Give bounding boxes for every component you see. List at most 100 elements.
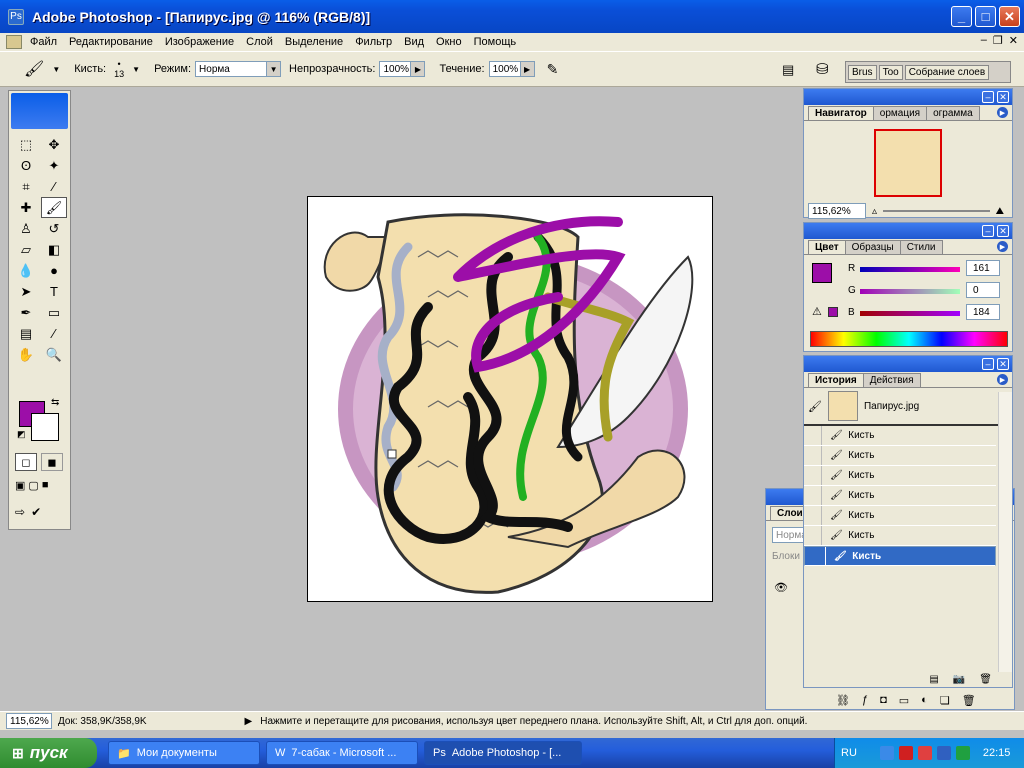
zoom-out-icon[interactable]: ▵: [872, 206, 877, 217]
color-menu-icon[interactable]: ▶: [997, 241, 1008, 252]
clone-stamp-tool-icon[interactable]: ♙: [13, 218, 39, 239]
doc-restore-icon[interactable]: ❐: [993, 34, 1003, 47]
tab-histogram[interactable]: ограмма: [926, 106, 980, 120]
taskbar-button-my-documents[interactable]: 📁 Мои документы: [108, 741, 260, 765]
snapshot-brush-source-icon[interactable]: 🖌: [808, 400, 822, 413]
quick-mask-mode-icon[interactable]: ◼: [41, 453, 63, 471]
default-colors-icon[interactable]: ◩: [17, 429, 26, 440]
pen-tool-icon[interactable]: ✒: [13, 302, 39, 323]
airbrush-icon[interactable]: ✎: [547, 61, 559, 78]
gradient-tool-icon[interactable]: ◧: [41, 239, 67, 260]
lasso-tool-icon[interactable]: ʘ: [13, 155, 39, 176]
language-indicator[interactable]: RU: [841, 747, 857, 759]
full-screen-menu-mode-icon[interactable]: ▢: [28, 479, 38, 492]
navigator-zoom-input[interactable]: 115,62%: [808, 203, 866, 219]
brush-preset-picker[interactable]: • 13: [114, 59, 124, 79]
toolbox-header-feather-icon[interactable]: [11, 93, 68, 129]
navigator-zoom-slider[interactable]: [883, 210, 990, 212]
history-step[interactable]: 🖌 Кисть: [804, 526, 996, 546]
maximize-button[interactable]: □: [975, 6, 996, 27]
tab-color[interactable]: Цвет: [808, 240, 846, 254]
history-step[interactable]: 🖌 Кисть: [804, 426, 996, 446]
delete-state-icon[interactable]: 🗑: [979, 674, 992, 685]
r-slider[interactable]: [860, 267, 960, 272]
document-icon[interactable]: [6, 35, 22, 49]
tab-swatches[interactable]: Образцы: [844, 240, 901, 254]
layer-blend-mode-select[interactable]: Норма: [772, 527, 807, 543]
close-button[interactable]: ✕: [999, 6, 1020, 27]
standard-screen-mode-icon[interactable]: ▣: [15, 479, 25, 492]
r-value-input[interactable]: 161: [966, 260, 1000, 276]
g-slider[interactable]: [860, 289, 960, 294]
notes-tool-icon[interactable]: ▤: [13, 323, 39, 344]
magic-wand-tool-icon[interactable]: ✦: [41, 155, 67, 176]
history-step[interactable]: 🖌 Кисть: [804, 466, 996, 486]
minimize-button[interactable]: _: [951, 6, 972, 27]
navigator-thumbnail[interactable]: [874, 129, 942, 197]
start-button[interactable]: ⊞ пуск: [0, 738, 97, 768]
tray-arrow-icon[interactable]: [879, 746, 894, 760]
navigator-menu-icon[interactable]: ▶: [997, 107, 1008, 118]
history-menu-icon[interactable]: ▶: [997, 374, 1008, 385]
menu-layer[interactable]: Слой: [240, 36, 279, 48]
brush-picker-chevron-icon[interactable]: ▼: [132, 65, 140, 74]
add-layer-style-icon[interactable]: ƒ: [862, 694, 868, 706]
menu-help[interactable]: Помощь: [468, 36, 523, 48]
tab-actions[interactable]: Действия: [862, 373, 921, 387]
color-minimize-icon[interactable]: –: [982, 225, 994, 237]
menu-select[interactable]: Выделение: [279, 36, 349, 48]
tab-history[interactable]: История: [808, 373, 864, 387]
g-value-input[interactable]: 0: [966, 282, 1000, 298]
new-group-icon[interactable]: ▭: [899, 694, 909, 707]
hand-tool-icon[interactable]: ✋: [13, 344, 39, 365]
layer-visibility-eye-icon[interactable]: 👁: [774, 581, 788, 594]
eyedropper-tool-icon[interactable]: ⁄: [41, 323, 67, 344]
tab-styles[interactable]: Стили: [899, 240, 943, 254]
full-screen-mode-icon[interactable]: ■: [42, 479, 49, 492]
taskbar-button-word[interactable]: W 7-сабак - Microsoft ...: [266, 741, 418, 765]
swap-colors-icon[interactable]: ⇆: [51, 397, 59, 408]
antivirus-shield-icon[interactable]: [917, 746, 932, 760]
new-document-from-state-icon[interactable]: ▤: [929, 674, 938, 685]
gamut-warning-icon[interactable]: ⚠: [812, 305, 822, 318]
new-layer-icon[interactable]: ❏: [940, 694, 950, 707]
opacity-input[interactable]: 100%: [379, 61, 412, 77]
b-value-input[interactable]: 184: [966, 304, 1000, 320]
volume-icon[interactable]: [955, 746, 970, 760]
history-minimize-icon[interactable]: –: [982, 358, 994, 370]
status-zoom-input[interactable]: 115,62%: [6, 713, 52, 729]
palette-well-tab-layer-comps[interactable]: Собрание слоев: [904, 64, 990, 80]
new-snapshot-icon[interactable]: 📷: [953, 674, 965, 685]
flow-slider-icon[interactable]: ▶: [520, 61, 535, 77]
menu-edit[interactable]: Редактирование: [63, 36, 159, 48]
file-browser-icon[interactable]: ⛁: [816, 60, 829, 78]
doc-minimize-icon[interactable]: –: [981, 34, 987, 47]
tab-navigator[interactable]: Навигатор: [808, 106, 874, 120]
history-scrollbar[interactable]: [998, 392, 1012, 672]
background-color-swatch[interactable]: [31, 413, 59, 441]
mode-select[interactable]: Норма: [195, 61, 268, 77]
menu-file[interactable]: Файл: [24, 36, 63, 48]
history-close-icon[interactable]: ✕: [997, 358, 1009, 370]
history-step[interactable]: 🖌 Кисть: [804, 506, 996, 526]
delete-layer-icon[interactable]: 🗑: [962, 694, 976, 707]
palette-options-icon[interactable]: ▤: [782, 62, 794, 78]
standard-mode-icon[interactable]: ◻: [15, 453, 37, 471]
jump-to-imageready-icon[interactable]: ⇨: [15, 505, 25, 519]
healing-brush-tool-icon[interactable]: ✚: [13, 197, 39, 218]
history-step-current[interactable]: 🖌 Кисть: [804, 546, 996, 566]
color-close-icon[interactable]: ✕: [997, 225, 1009, 237]
status-doc-size[interactable]: Док: 358,9K/358,9K: [58, 716, 147, 727]
b-slider[interactable]: [860, 311, 960, 316]
rectangle-tool-icon[interactable]: ▭: [41, 302, 67, 323]
taskbar-button-photoshop[interactable]: Ps Adobe Photoshop - [...: [424, 741, 582, 765]
zoom-tool-icon[interactable]: 🔍: [41, 344, 67, 365]
network-icon[interactable]: [936, 746, 951, 760]
eraser-tool-icon[interactable]: ▱: [13, 239, 39, 260]
marquee-tool-icon[interactable]: ⬚: [13, 134, 39, 155]
kaspersky-icon[interactable]: [898, 746, 913, 760]
gamut-color-swatch[interactable]: [828, 307, 838, 317]
tool-preset-chevron-icon[interactable]: ▼: [52, 65, 60, 74]
menu-image[interactable]: Изображение: [159, 36, 240, 48]
blur-tool-icon[interactable]: 💧: [13, 260, 39, 281]
